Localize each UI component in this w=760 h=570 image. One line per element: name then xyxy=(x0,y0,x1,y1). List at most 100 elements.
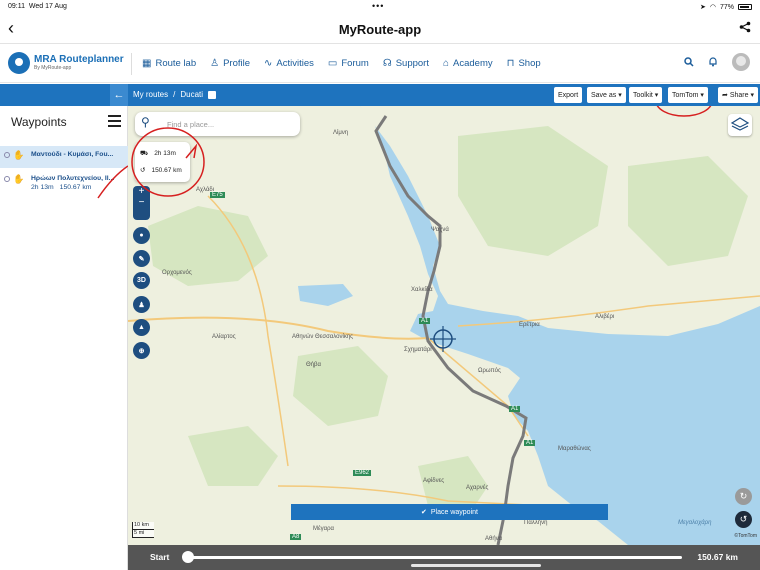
slider-thumb[interactable] xyxy=(182,551,194,563)
pencil-button[interactable]: ✎ xyxy=(133,250,150,267)
map-label: Σχηματάρι xyxy=(404,347,432,353)
tomtom-button[interactable]: TomTom ▾ xyxy=(668,87,708,103)
toolkit-button[interactable]: Toolkit ▾ xyxy=(629,87,663,103)
map-label: Μέγαρα xyxy=(313,526,335,532)
edit-icon[interactable] xyxy=(208,90,217,99)
location-icon: ➤ xyxy=(700,4,706,11)
map-label: Αλιβέρι xyxy=(595,314,615,320)
center-button[interactable]: ⊕ xyxy=(133,342,150,359)
status-bar: 09:11 Wed 17 Aug ••• ➤ ◠ 77% xyxy=(0,0,760,14)
export-button[interactable]: Export xyxy=(554,87,583,103)
save-as-button[interactable]: Save as ▾ xyxy=(587,87,626,103)
headset-icon: ☊ xyxy=(382,58,392,69)
caret-down-icon: ▾ xyxy=(750,92,754,99)
site-nav: MRA Routeplanner By MyRoute-app ▦ Route l… xyxy=(0,45,760,83)
reset-icon: ↺ xyxy=(739,514,748,524)
user-avatar[interactable] xyxy=(732,53,750,71)
collapse-panel-button[interactable]: ← xyxy=(110,84,128,106)
map-label: Αφίδνες xyxy=(423,478,445,484)
caret-down-icon: ▾ xyxy=(700,92,704,99)
road-shield: A1 xyxy=(524,440,536,446)
drag-handle-icon[interactable] xyxy=(4,152,10,158)
road-shield: A8 xyxy=(290,534,302,540)
person-icon: ♙ xyxy=(210,58,220,69)
nav-divider xyxy=(131,53,132,75)
caret-down-icon: ▾ xyxy=(654,92,659,99)
waypoints-title: Waypoints xyxy=(11,115,67,129)
annotation-arrow xyxy=(97,165,128,199)
route-toolbar: ← My routes / Ducati Export Save as ▾ To… xyxy=(0,84,760,106)
caret-down-icon: ▾ xyxy=(618,92,622,99)
route-slider-bar: Start 150.67 km xyxy=(128,545,760,570)
nav-profile[interactable]: ♙ Profile xyxy=(210,58,250,69)
logo-title: MRA Routeplanner xyxy=(34,54,124,65)
nav-shop[interactable]: ⊓ Shop xyxy=(507,58,541,69)
person-button[interactable]: ♟ xyxy=(133,296,150,313)
reset-button[interactable]: ↺ xyxy=(735,511,752,528)
nav-links: ▦ Route lab ♙ Profile ∿ Activities ▭ Forum ☊… xyxy=(142,58,541,69)
map-canvas[interactable]: Λίμνη Αχλάδι Ορχομενός Ψαχνά Χαλκίδα Ερέ… xyxy=(128,106,760,545)
map-label: Αθήνα xyxy=(485,536,503,542)
nav-forum[interactable]: ▭ Forum xyxy=(328,58,369,69)
graduation-icon: ⌂ xyxy=(442,58,450,69)
chat-icon: ▭ xyxy=(327,58,338,69)
view-3d-button[interactable]: 3D xyxy=(133,272,150,289)
mra-logo[interactable]: MRA Routeplanner By MyRoute-app xyxy=(8,52,124,74)
chart-icon: ▲ xyxy=(138,324,145,331)
place-waypoint-button[interactable]: ✔ Place waypoint xyxy=(291,504,608,520)
battery-icon xyxy=(738,4,752,10)
battery-percent: 77% xyxy=(719,3,734,11)
map-label: Μαραθώνας xyxy=(558,446,591,452)
elevation-button[interactable]: ▲ xyxy=(133,319,150,336)
map-label: Ψαχνά xyxy=(431,227,449,233)
drag-handle-icon[interactable] xyxy=(4,176,10,182)
nav-activities[interactable]: ∿ Activities xyxy=(264,58,314,69)
road-shield: A1 xyxy=(509,406,521,412)
crosshair-icon: ⊕ xyxy=(138,347,145,355)
search-icon[interactable] xyxy=(684,57,694,67)
bell-icon[interactable] xyxy=(708,57,718,67)
map-label: Χαλκίδα xyxy=(411,287,433,293)
map-label: Παλλήνη xyxy=(524,520,548,526)
map-label: Ωρωπός xyxy=(478,368,501,374)
annotation-circles xyxy=(131,106,712,197)
pencil-icon: ✎ xyxy=(138,255,145,263)
road-shield: E962 xyxy=(353,470,372,476)
waypoint-time: 2h 13m xyxy=(31,184,54,191)
location-button[interactable]: ● xyxy=(133,227,150,244)
slider-end-distance: 150.67 km xyxy=(697,552,738,562)
share-icon[interactable] xyxy=(739,21,751,33)
logo-subtitle: By MyRoute-app xyxy=(34,65,72,71)
check-circle-icon: ✔ xyxy=(421,509,427,516)
mra-pin-icon xyxy=(8,52,30,74)
map-label: Αχαρνές xyxy=(466,485,489,491)
hand-waypoint-icon: ✋ xyxy=(13,150,25,160)
person-icon: ♟ xyxy=(138,301,145,309)
undo-button[interactable]: ↻ xyxy=(735,488,752,505)
nav-route-lab[interactable]: ▦ Route lab xyxy=(142,58,196,69)
map-label: Αθηνών Θεσσαλονίκης xyxy=(292,334,354,340)
map-scale: 10 km 5 mi xyxy=(132,522,154,538)
map-copyright: ©TomTom xyxy=(734,533,757,539)
home-indicator[interactable] xyxy=(411,564,541,567)
multitask-dots[interactable]: ••• xyxy=(372,1,384,11)
arrow-left-icon: ← xyxy=(113,89,125,101)
hand-waypoint-icon: ✋ xyxy=(13,174,25,184)
share-route-button[interactable]: ➦ Share ▾ xyxy=(718,87,758,103)
map-label: Αλίαρτος xyxy=(212,334,236,340)
breadcrumb-my-routes[interactable]: My routes xyxy=(133,90,168,99)
map-label: Ορχομενός xyxy=(162,270,192,276)
map-icon: ▦ xyxy=(142,58,152,69)
location-pin-icon: ● xyxy=(139,232,144,239)
route-name: Ducati xyxy=(180,90,204,99)
nav-academy[interactable]: ⌂ Academy xyxy=(443,58,493,69)
waypoints-panel: Waypoints ✋ Μαντούδι - Κυμάσι, Fou... ✋ … xyxy=(0,106,128,570)
undo-icon: ↻ xyxy=(739,491,748,501)
wifi-icon: ◠ xyxy=(709,4,716,11)
status-time: 09:11 Wed 17 Aug xyxy=(8,3,67,10)
nav-support[interactable]: ☊ Support xyxy=(383,58,429,69)
map-label: Μεγαλοχάρη xyxy=(678,520,712,526)
slider-start-label: Start xyxy=(150,552,170,562)
waypoint-distance: 150.67 km xyxy=(59,184,92,191)
slider-track[interactable] xyxy=(188,556,682,559)
